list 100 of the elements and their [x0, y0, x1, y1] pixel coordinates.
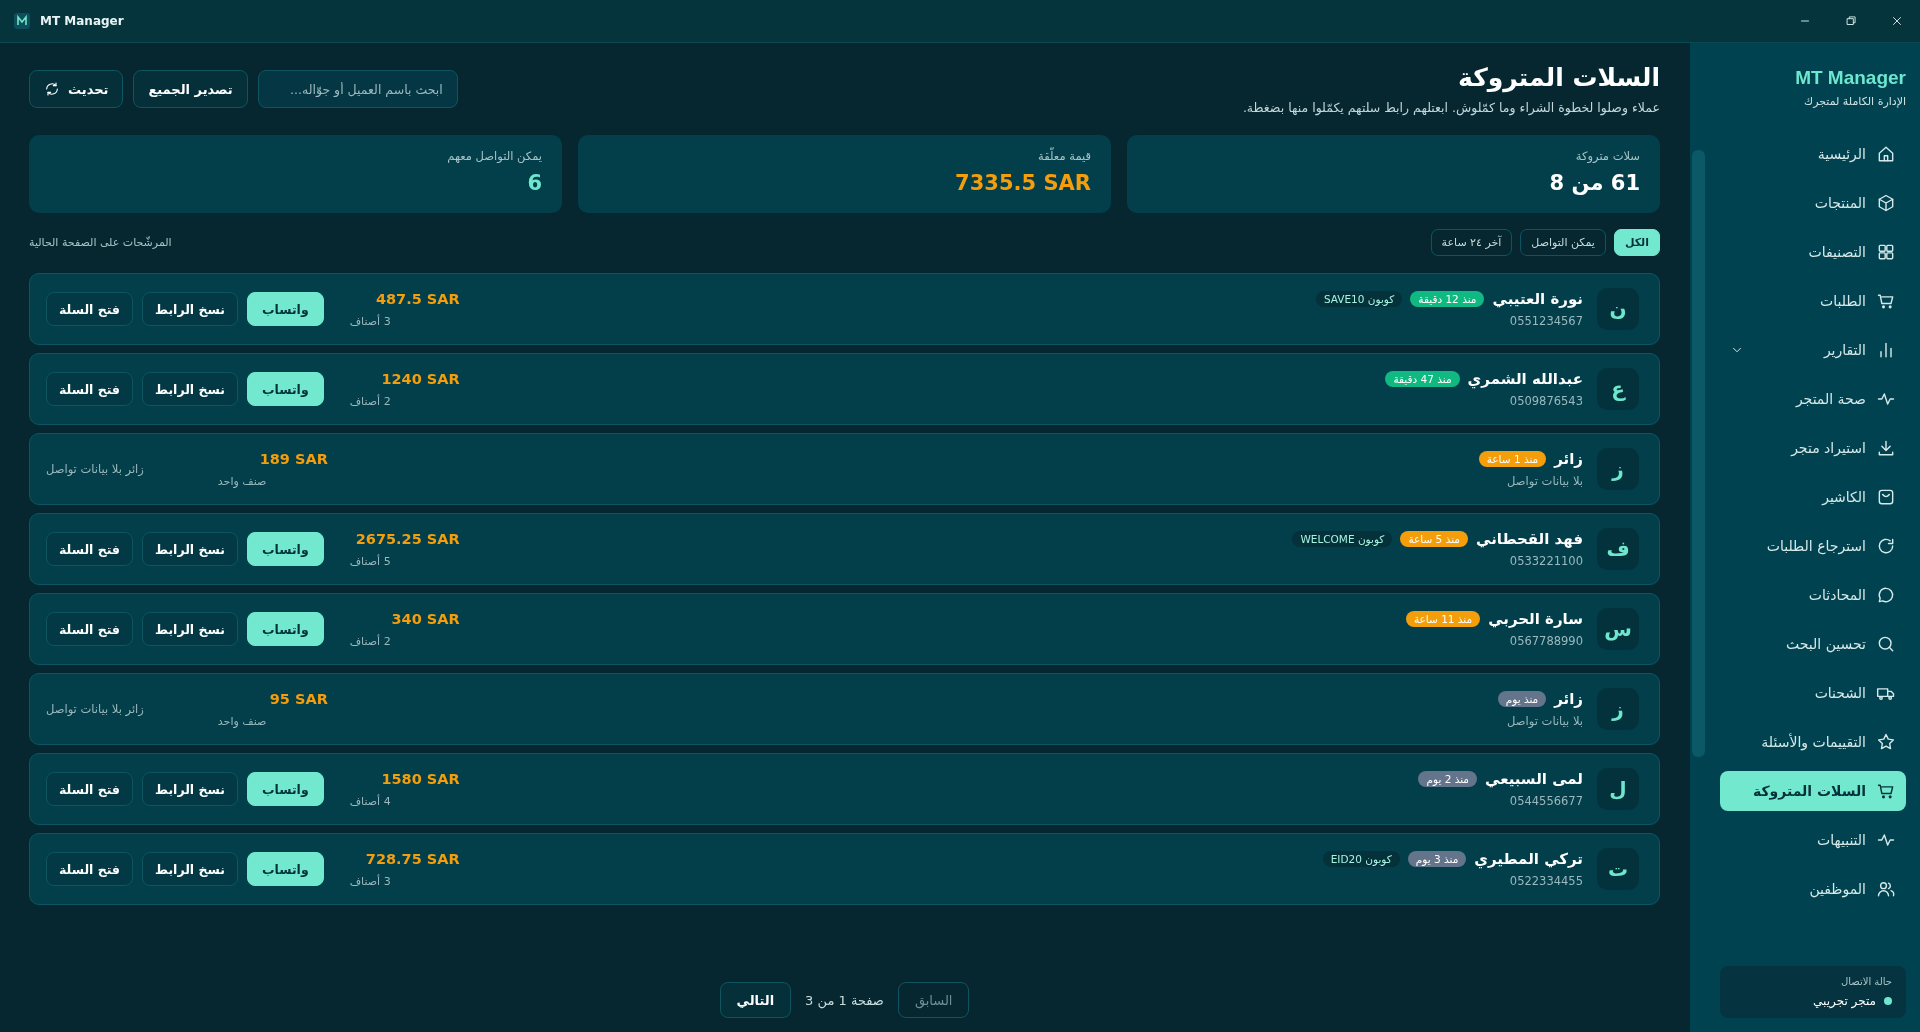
avatar-initial: ز	[1597, 448, 1639, 490]
sidebar-item[interactable]: استيراد متجر	[1720, 428, 1906, 468]
phone-number: 0567788990	[1508, 634, 1583, 648]
stat-value: 61 من 8	[1549, 171, 1640, 195]
contact-note: بلا بيانات تواصل	[1506, 474, 1583, 488]
open-cart-button[interactable]: فتح السلة	[46, 772, 134, 806]
phone-number: 0551234567	[1508, 314, 1583, 328]
cart-total: 728.75 SAR	[365, 850, 460, 867]
copy-link-button[interactable]: نسخ الرابط	[142, 852, 238, 886]
whatsapp-button[interactable]: واتساب	[246, 612, 324, 646]
coupon-tag: كوبون WELCOME	[1292, 531, 1393, 547]
whatsapp-button[interactable]: واتساب	[246, 772, 324, 806]
copy-link-button[interactable]: نسخ الرابط	[142, 612, 238, 646]
visitor-note: زائر بلا بيانات تواصل	[46, 702, 144, 716]
sidebar-item[interactable]: الطلبات	[1720, 281, 1906, 321]
sidebar-item[interactable]: التنبيهات	[1720, 820, 1906, 860]
customer-name: زائر	[1554, 450, 1583, 468]
open-cart-button[interactable]: فتح السلة	[46, 532, 134, 566]
contact-note: بلا بيانات تواصل	[1506, 714, 1583, 728]
page-info: صفحة 1 من 3	[805, 992, 884, 1008]
avatar-initial: ل	[1597, 768, 1639, 810]
refresh-icon	[44, 81, 60, 97]
whatsapp-button[interactable]: واتساب	[246, 372, 324, 406]
sidebar-item[interactable]: التقييمات والأسئلة	[1720, 722, 1906, 762]
cart-icon	[1876, 781, 1896, 801]
sidebar-item[interactable]: الكاشير	[1720, 477, 1906, 517]
box-icon	[1876, 193, 1896, 213]
open-cart-button[interactable]: فتح السلة	[46, 372, 134, 406]
copy-link-button[interactable]: نسخ الرابط	[142, 772, 238, 806]
whatsapp-button[interactable]: واتساب	[246, 852, 324, 886]
sidebar-item[interactable]: المحادثات	[1720, 575, 1906, 615]
restore-icon	[1844, 14, 1858, 28]
sidebar-item[interactable]: الرئيسية	[1720, 134, 1906, 174]
filter-chip[interactable]: يمكن التواصل	[1520, 229, 1606, 256]
avatar-initial: ز	[1597, 688, 1639, 730]
age-badge: منذ 1 ساعة	[1478, 451, 1547, 467]
search-field[interactable]: ابحث باسم العميل أو جوّاله...	[257, 70, 458, 108]
cart-total: 487.5 SAR	[375, 290, 460, 307]
coupon-tag: كوبون SAVE10	[1315, 291, 1403, 307]
avatar-initial: س	[1597, 608, 1639, 650]
customer-name: زائر	[1554, 690, 1583, 708]
stat-value: 6	[527, 171, 542, 195]
home-icon	[1876, 144, 1896, 164]
page-title: السلات المتروكة	[1457, 63, 1660, 92]
age-badge: منذ 12 دقيقة	[1410, 291, 1485, 307]
avatar-initial: ف	[1597, 528, 1639, 570]
sidebar-item[interactable]: تحسين البحث	[1720, 624, 1906, 664]
filter-chip[interactable]: آخر ٢٤ ساعة	[1430, 229, 1513, 256]
open-cart-button[interactable]: فتح السلة	[46, 852, 134, 886]
status-dot-icon	[1884, 997, 1892, 1005]
stat-label: سلات متروكة	[1574, 149, 1640, 163]
filters-note: المرشّحات على الصفحة الحالية	[29, 236, 172, 249]
age-badge: منذ يوم	[1497, 691, 1547, 707]
filter-chip[interactable]: الكل	[1613, 229, 1660, 256]
app-logo-icon	[14, 13, 30, 29]
stat-label: يمكن التواصل معهم	[446, 149, 542, 163]
next-button[interactable]: التالي	[719, 982, 792, 1018]
phone-number: 0533221100	[1508, 554, 1583, 568]
item-count: صنف واحد	[217, 474, 267, 488]
avatar-initial: ع	[1597, 368, 1639, 410]
sidebar-item[interactable]: صحة المتجر	[1720, 379, 1906, 419]
stat-value: 7335.5 SAR	[955, 171, 1091, 195]
sidebar-item[interactable]: التصنيفات	[1720, 232, 1906, 272]
cart-total: 1240 SAR	[381, 370, 460, 387]
refresh-button[interactable]: تحديث	[29, 70, 124, 108]
phone-number: 0509876543	[1508, 394, 1583, 408]
age-badge: منذ 47 دقيقة	[1385, 371, 1460, 387]
sidebar-item[interactable]: الموظفين	[1720, 869, 1906, 909]
sidebar-item[interactable]: السلات المتروكة	[1720, 771, 1906, 811]
cart-total: 2675.25 SAR	[355, 530, 460, 547]
customer-name: نورة العتيبي	[1492, 290, 1583, 308]
cart-total: 1580 SAR	[381, 770, 460, 787]
window-title: MT Manager	[40, 14, 124, 28]
bag-icon	[1876, 487, 1896, 507]
cart-total: 95 SAR	[269, 690, 328, 707]
open-cart-button[interactable]: فتح السلة	[46, 612, 134, 646]
sidebar-item[interactable]: استرجاع الطلبات	[1720, 526, 1906, 566]
status-label: حالة الاتصال	[1839, 976, 1892, 987]
item-count: 3 أصناف	[349, 314, 391, 328]
copy-link-button[interactable]: نسخ الرابط	[142, 372, 238, 406]
age-badge: منذ 5 ساعة	[1400, 531, 1468, 547]
phone-number: 0522334455	[1508, 874, 1583, 888]
coupon-tag: كوبون EID20	[1322, 851, 1400, 867]
whatsapp-button[interactable]: واتساب	[246, 292, 324, 326]
star-icon	[1876, 732, 1896, 752]
whatsapp-button[interactable]: واتساب	[246, 532, 324, 566]
sidebar-item[interactable]: التقارير	[1720, 330, 1906, 370]
customer-name: فهد القحطاني	[1475, 530, 1583, 548]
open-cart-button[interactable]: فتح السلة	[46, 292, 134, 326]
copy-link-button[interactable]: نسخ الرابط	[142, 532, 238, 566]
copy-link-button[interactable]: نسخ الرابط	[142, 292, 238, 326]
page-subtitle: عملاء وصلوا لخطوة الشراء وما كمّلوش. ابعتلهم رابط سلتهم يكمّلوا منها بضغطة.	[1241, 100, 1660, 115]
customer-name: تركي المطيري	[1474, 850, 1583, 868]
grid-icon	[1876, 242, 1896, 262]
cart-total: 189 SAR	[259, 450, 328, 467]
refresh-icon	[1876, 536, 1896, 556]
sidebar-item[interactable]: الشحنات	[1720, 673, 1906, 713]
sidebar-item[interactable]: المنتجات	[1720, 183, 1906, 223]
export-button[interactable]: تصدير الجميع	[133, 70, 248, 108]
item-count: 2 أصناف	[349, 394, 391, 408]
